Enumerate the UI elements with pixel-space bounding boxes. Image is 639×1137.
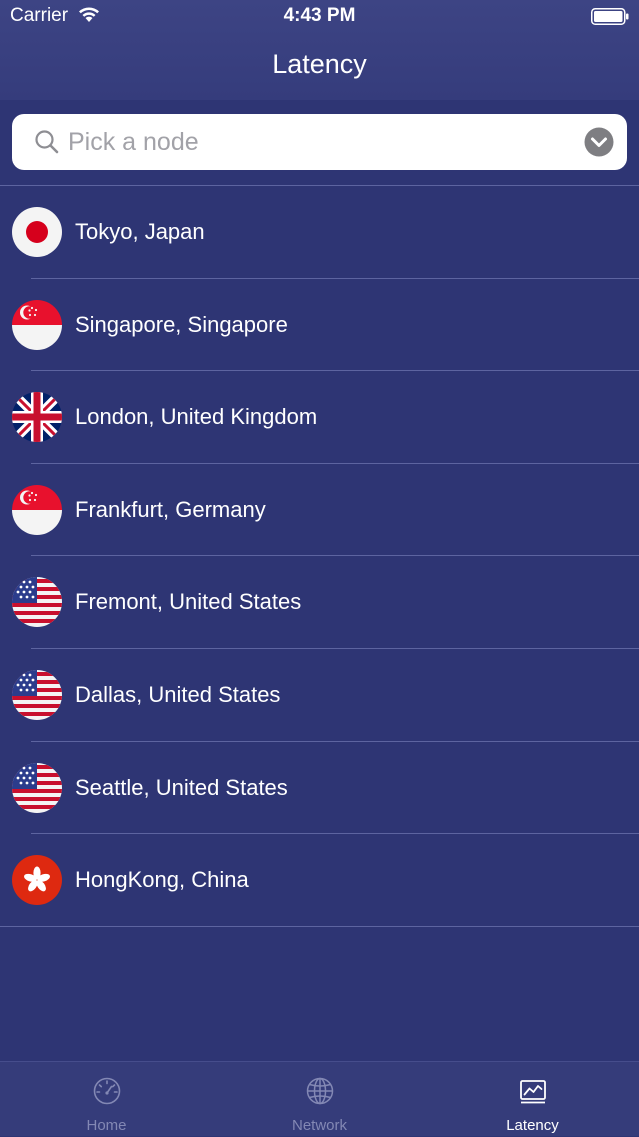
node-label: Fremont, United States bbox=[75, 589, 302, 615]
tab-label: Latency bbox=[506, 1117, 559, 1134]
chevron-down-icon[interactable] bbox=[584, 127, 614, 157]
search-input[interactable] bbox=[68, 114, 568, 170]
tab-label: Home bbox=[86, 1117, 127, 1134]
speedometer-icon bbox=[93, 1077, 121, 1105]
page-title: Latency bbox=[272, 49, 367, 79]
node-label: Singapore, Singapore bbox=[75, 311, 288, 337]
us-flag-icon bbox=[12, 763, 62, 813]
node-label: London, United Kingdom bbox=[75, 404, 318, 430]
tab-network[interactable]: Network bbox=[213, 1062, 426, 1137]
japan-flag-icon bbox=[12, 207, 62, 257]
tab-label: Network bbox=[291, 1117, 347, 1134]
tab-bar: Home Network Latency bbox=[0, 1061, 639, 1136]
tab-home[interactable]: Home bbox=[0, 1062, 213, 1137]
status-time: 4:43 PM bbox=[283, 5, 356, 26]
list-item[interactable]: Singapore, Singapore bbox=[0, 279, 639, 372]
list-item[interactable]: Seattle, United States bbox=[0, 742, 639, 835]
node-label: Tokyo, Japan bbox=[75, 219, 205, 244]
us-flag-icon bbox=[12, 670, 62, 720]
search-icon bbox=[34, 129, 60, 160]
node-list: Tokyo, Japan Singapore, Singapore London… bbox=[0, 186, 639, 927]
list-item[interactable]: London, United Kingdom bbox=[0, 371, 639, 464]
status-bar: Carrier 4:43 PM bbox=[0, 0, 639, 32]
singapore-flag-icon bbox=[12, 485, 62, 535]
node-label: Dallas, United States bbox=[75, 681, 281, 707]
list-item[interactable]: Frankfurt, Germany bbox=[0, 464, 639, 557]
us-flag-icon bbox=[12, 577, 62, 627]
battery-icon bbox=[591, 8, 629, 30]
node-label: Seattle, United States bbox=[75, 774, 288, 800]
hongkong-flag-icon bbox=[12, 855, 62, 906]
chart-icon bbox=[520, 1080, 546, 1104]
list-item[interactable]: Dallas, United States bbox=[0, 649, 639, 742]
uk-flag-icon bbox=[12, 392, 62, 442]
divider bbox=[0, 925, 639, 927]
globe-icon bbox=[306, 1077, 334, 1105]
list-item[interactable]: HongKong, China bbox=[0, 834, 639, 927]
node-label: Frankfurt, Germany bbox=[75, 496, 266, 522]
tab-latency[interactable]: Latency bbox=[426, 1062, 639, 1137]
search-section bbox=[0, 100, 639, 186]
list-item[interactable]: Tokyo, Japan bbox=[0, 186, 639, 279]
node-label: HongKong, China bbox=[75, 867, 249, 893]
node-picker[interactable] bbox=[12, 114, 627, 170]
list-item[interactable]: Fremont, United States bbox=[0, 556, 639, 649]
singapore-flag-icon bbox=[12, 300, 62, 350]
